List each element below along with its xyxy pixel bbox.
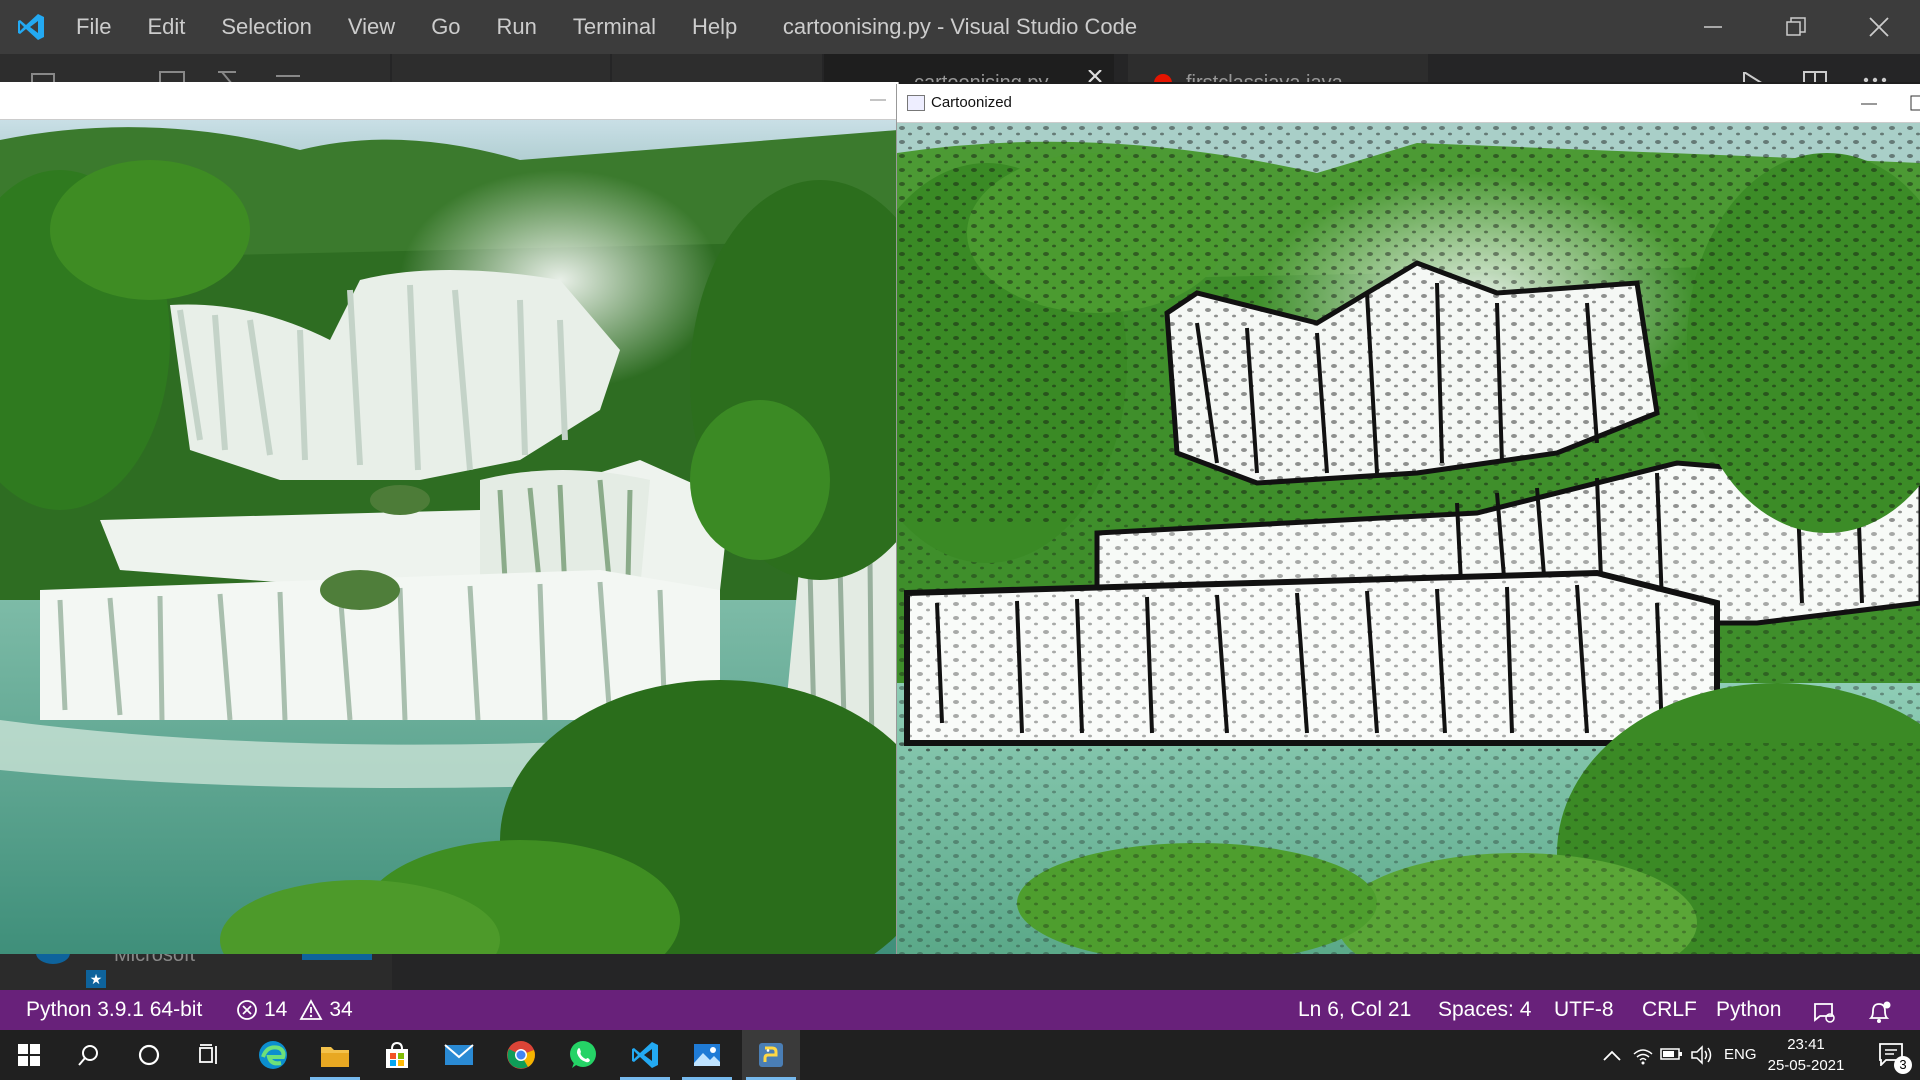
menu-selection[interactable]: Selection: [203, 0, 330, 54]
menu-terminal[interactable]: Terminal: [555, 0, 674, 54]
minimize-button[interactable]: [1672, 0, 1754, 54]
menu-edit[interactable]: Edit: [129, 0, 203, 54]
task-view-button[interactable]: [180, 1030, 238, 1080]
file-explorer-app[interactable]: [306, 1030, 364, 1080]
python-app[interactable]: [742, 1030, 800, 1080]
vscode-logo-icon[interactable]: [4, 0, 58, 54]
original-minimize-icon[interactable]: [868, 84, 888, 114]
minimize-icon: [1704, 26, 1722, 28]
cartoonized-minimize-icon[interactable]: [1855, 88, 1883, 118]
vscode-app[interactable]: [616, 1030, 674, 1080]
mail-icon: [444, 1044, 474, 1065]
run-icon[interactable]: [1740, 72, 1764, 82]
store-app[interactable]: [368, 1030, 426, 1080]
clock-time: 23:41: [1787, 1036, 1825, 1053]
error-icon: [237, 1000, 257, 1020]
cartoonized-window[interactable]: Cartoonized: [896, 84, 1920, 958]
original-window-titlebar[interactable]: [0, 82, 898, 120]
warning-icon: [299, 999, 323, 1020]
toolbar-area: [0, 54, 390, 82]
cartoonized-waterfall-image: [897, 123, 1920, 958]
menu-file[interactable]: File: [58, 0, 129, 54]
store-icon: [386, 1041, 408, 1068]
python-interpreter[interactable]: Python 3.9.1 64-bit: [26, 990, 202, 1030]
install-badge[interactable]: [302, 954, 372, 960]
original-image-window[interactable]: [0, 82, 899, 954]
search-button[interactable]: [60, 1030, 118, 1080]
tab-2[interactable]: [612, 54, 822, 82]
tab-close-icon[interactable]: [1086, 70, 1104, 82]
menu-run[interactable]: Run: [479, 0, 555, 54]
tab-cartoonising-label: cartoonising.py: [914, 72, 1049, 82]
cursor-position[interactable]: Ln 6, Col 21: [1298, 990, 1411, 1030]
vscode-statusbar: Python 3.9.1 64-bit 14 34 Ln 6, Col 21 S…: [0, 990, 1920, 1030]
explorer-toolbar-icons: [31, 71, 300, 82]
search-icon: [78, 1045, 98, 1066]
close-button[interactable]: [1838, 0, 1920, 54]
action-center-button[interactable]: 3: [1864, 1030, 1920, 1080]
photos-app[interactable]: [678, 1030, 736, 1080]
wifi-icon[interactable]: [1632, 1044, 1654, 1066]
problems-indicator[interactable]: 14 34: [236, 990, 353, 1030]
error-count: 14: [264, 998, 288, 1021]
show-hidden-icons-chevron-icon[interactable]: [1602, 1048, 1622, 1062]
clock-date: 25-05-2021: [1767, 1057, 1845, 1074]
extension-list-item[interactable]: Microsoft ★: [0, 954, 392, 990]
menu-help[interactable]: Help: [674, 0, 755, 54]
system-clock[interactable]: 23:41 25-05-2021: [1758, 1034, 1854, 1076]
edge-app[interactable]: [244, 1030, 302, 1080]
error-dot-icon: [1154, 74, 1172, 82]
star-icon: ★: [86, 970, 106, 988]
windows-taskbar: ENG 23:41 25-05-2021 3: [0, 1030, 1920, 1080]
encoding[interactable]: UTF-8: [1554, 990, 1614, 1030]
vscode-titlebar: File Edit Selection View Go Run Terminal…: [0, 0, 1920, 54]
tab-firstclassjava[interactable]: firstclassjava.java: [1128, 54, 1428, 82]
battery-icon[interactable]: [1660, 1046, 1684, 1062]
restore-icon: [1786, 17, 1806, 36]
whatsapp-app[interactable]: [554, 1030, 612, 1080]
tab-firstclassjava-label: firstclassjava.java: [1186, 72, 1343, 82]
menu-go[interactable]: Go: [413, 0, 478, 54]
tab-cartoonising[interactable]: cartoonising.py: [824, 54, 1114, 82]
whatsapp-icon: [570, 1041, 596, 1068]
feedback-icon[interactable]: [1812, 998, 1838, 1023]
mail-app[interactable]: [430, 1030, 488, 1080]
line-ending[interactable]: CRLF: [1642, 990, 1697, 1030]
folder-icon: [321, 1047, 349, 1067]
close-icon: [1869, 17, 1889, 37]
photos-icon: [694, 1044, 720, 1066]
notifications-bell-icon[interactable]: [1866, 998, 1892, 1023]
cartoonized-window-title: Cartoonized: [931, 94, 1012, 111]
volume-icon[interactable]: [1690, 1044, 1714, 1066]
cartoonized-maximize-icon[interactable]: [1907, 88, 1920, 118]
tab-1[interactable]: [392, 54, 610, 82]
python-icon: [759, 1043, 783, 1067]
extension-icon: [36, 954, 70, 964]
language-mode[interactable]: Python: [1716, 990, 1781, 1030]
cartoonized-window-titlebar[interactable]: Cartoonized: [897, 84, 1920, 123]
extension-name: Microsoft: [114, 954, 196, 966]
chrome-app[interactable]: [492, 1030, 550, 1080]
chrome-icon: [507, 1041, 535, 1069]
editor-tabstrip: cartoonising.py firstclassjava.java: [0, 54, 1920, 82]
warning-count: 34: [329, 998, 353, 1021]
original-waterfall-image: [0, 120, 898, 954]
notification-badge: 3: [1894, 1056, 1912, 1074]
restore-button[interactable]: [1755, 0, 1837, 54]
windows-logo-icon: [18, 1044, 40, 1066]
vscode-panel-area: Microsoft ★: [0, 954, 1920, 990]
menu-view[interactable]: View: [330, 0, 413, 54]
task-view-icon: [199, 1044, 217, 1064]
opencv-window-icon: [907, 95, 925, 111]
split-editor-icon[interactable]: [1802, 70, 1828, 82]
input-language[interactable]: ENG: [1724, 1030, 1757, 1080]
edge-icon: [259, 1041, 287, 1069]
cortana-icon: [138, 1044, 160, 1066]
more-actions-icon[interactable]: [1862, 74, 1888, 82]
menubar: File Edit Selection View Go Run Terminal…: [58, 0, 755, 54]
start-button[interactable]: [0, 1030, 58, 1080]
indentation[interactable]: Spaces: 4: [1438, 990, 1531, 1030]
vscode-taskbar-icon: [632, 1042, 658, 1068]
cortana-button[interactable]: [120, 1030, 178, 1080]
